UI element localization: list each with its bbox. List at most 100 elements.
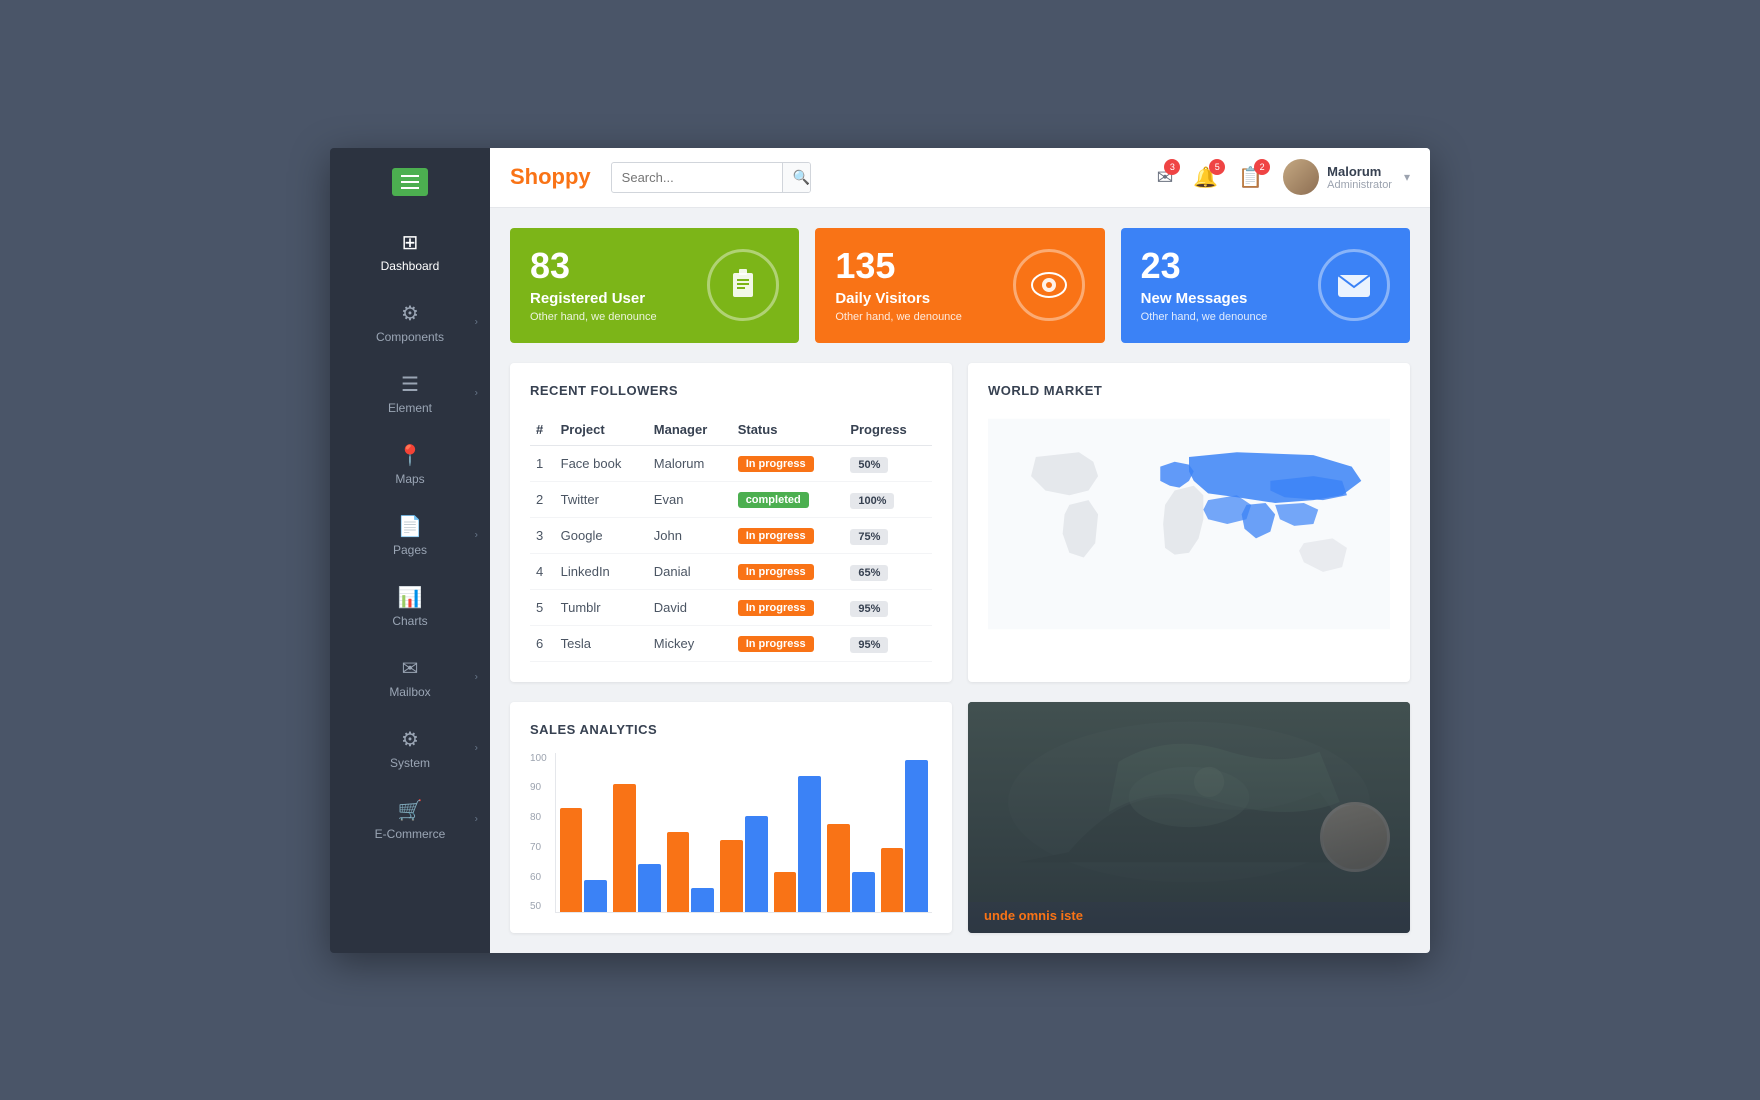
cell-manager: Mickey: [648, 625, 732, 661]
table-row: 4 LinkedIn Danial In progress 65%: [530, 553, 932, 589]
table-row: 3 Google John In progress 75%: [530, 517, 932, 553]
cell-project: LinkedIn: [555, 553, 648, 589]
bar-group: [613, 784, 660, 912]
sidebar-item-system[interactable]: ⚙ System ›: [330, 713, 490, 784]
stat-desc-users: Other hand, we denounce: [530, 311, 657, 323]
topbar-right: ✉ 3 🔔 5 📋 2 Malorum Admi: [1157, 159, 1410, 195]
cell-project: Tumblr: [555, 589, 648, 625]
bar-orange: [827, 824, 850, 912]
bar-blue: [798, 776, 821, 912]
sidebar-item-label: Dashboard: [381, 259, 440, 273]
bottom-row: RECENT FOLLOWERS # Project Manager Statu…: [510, 363, 1410, 682]
world-market-card: WORLD MARKET: [968, 363, 1410, 682]
pages-icon: 📄: [398, 514, 423, 539]
messages-icon-wrap[interactable]: ✉ 3: [1157, 165, 1174, 190]
table-row: 6 Tesla Mickey In progress 95%: [530, 625, 932, 661]
table-row: 5 Tumblr David In progress 95%: [530, 589, 932, 625]
col-num: #: [530, 414, 555, 446]
bar-group: [881, 760, 928, 912]
search-button[interactable]: 🔍: [782, 163, 811, 192]
alerts-badge: 5: [1209, 159, 1225, 175]
cell-manager: Malorum: [648, 445, 732, 481]
sidebar-item-charts[interactable]: 📊 Charts: [330, 571, 490, 642]
bar-orange: [774, 872, 797, 912]
image-link-text[interactable]: unde omnis iste: [984, 908, 1083, 923]
sidebar-item-label: E-Commerce: [375, 827, 446, 841]
sidebar-item-ecommerce[interactable]: 🛒 E-Commerce ›: [330, 784, 490, 855]
stat-left-visitors: 135 Daily Visitors Other hand, we denoun…: [835, 248, 962, 323]
cell-manager: Evan: [648, 481, 732, 517]
stat-icon-users: [707, 249, 779, 321]
sidebar-item-components[interactable]: ⚙ Components ›: [330, 287, 490, 358]
topbar: Shoppy 🔍 ✉ 3 🔔 5 📋 2: [490, 148, 1430, 208]
table-row: 2 Twitter Evan completed 100%: [530, 481, 932, 517]
chart-inner: 100 90 80 70 60 50: [530, 753, 932, 913]
col-progress: Progress: [844, 414, 932, 446]
cell-project: Face book: [555, 445, 648, 481]
search-input[interactable]: [612, 164, 782, 191]
cell-manager: David: [648, 589, 732, 625]
cell-num: 2: [530, 481, 555, 517]
cell-status: In progress: [732, 445, 845, 481]
stat-label-visitors: Daily Visitors: [835, 290, 962, 307]
user-dropdown-icon: ▾: [1404, 170, 1410, 184]
chevron-icon: ›: [475, 672, 478, 683]
cell-status: In progress: [732, 517, 845, 553]
stat-card-visitors: 135 Daily Visitors Other hand, we denoun…: [815, 228, 1104, 343]
sidebar-item-dashboard[interactable]: ⊞ Dashboard: [330, 216, 490, 287]
stat-label-messages: New Messages: [1141, 290, 1268, 307]
world-map: [988, 414, 1390, 634]
ecommerce-icon: 🛒: [398, 798, 423, 823]
sidebar-item-label: Element: [388, 401, 432, 415]
followers-card: RECENT FOLLOWERS # Project Manager Statu…: [510, 363, 952, 682]
sidebar-item-pages[interactable]: 📄 Pages ›: [330, 500, 490, 571]
bar-group: [560, 808, 607, 912]
image-card: unde omnis iste: [968, 702, 1410, 933]
world-market-title: WORLD MARKET: [988, 383, 1390, 398]
alerts-icon-wrap[interactable]: 🔔 5: [1193, 165, 1218, 190]
bar-group: [827, 824, 874, 912]
sidebar-item-label: System: [390, 756, 430, 770]
y-labels: 100 90 80 70 60 50: [530, 753, 555, 913]
sales-analytics-card: SALES ANALYTICS 100 90 80 70 60 50: [510, 702, 952, 933]
menu-toggle[interactable]: [392, 168, 428, 196]
sidebar-item-label: Pages: [393, 543, 427, 557]
user-role: Administrator: [1327, 179, 1392, 191]
bar-blue: [691, 888, 714, 912]
content: 83 Registered User Other hand, we denoun…: [490, 208, 1430, 953]
sidebar-item-label: Charts: [392, 614, 427, 628]
cell-project: Twitter: [555, 481, 648, 517]
stat-icon-messages: [1318, 249, 1390, 321]
cell-status: In progress: [732, 589, 845, 625]
sidebar-item-mailbox[interactable]: ✉ Mailbox ›: [330, 642, 490, 713]
components-icon: ⚙: [401, 301, 419, 326]
followers-title: RECENT FOLLOWERS: [530, 383, 932, 398]
col-project: Project: [555, 414, 648, 446]
chevron-icon: ›: [475, 743, 478, 754]
bar-orange: [881, 848, 904, 912]
y-label: 70: [530, 842, 547, 853]
analytics-row: SALES ANALYTICS 100 90 80 70 60 50: [510, 702, 1410, 933]
search-wrap: 🔍: [611, 162, 811, 193]
stat-desc-visitors: Other hand, we denounce: [835, 311, 962, 323]
stat-icon-visitors: [1013, 249, 1085, 321]
bar-orange: [720, 840, 743, 912]
sidebar-item-maps[interactable]: 📍 Maps: [330, 429, 490, 500]
cell-project: Google: [555, 517, 648, 553]
chevron-icon: ›: [475, 317, 478, 328]
cell-num: 1: [530, 445, 555, 481]
user-name: Malorum: [1327, 164, 1392, 179]
y-label: 60: [530, 872, 547, 883]
y-label: 100: [530, 753, 547, 764]
bar-blue: [905, 760, 928, 912]
sidebar-item-element[interactable]: ☰ Element ›: [330, 358, 490, 429]
cell-num: 4: [530, 553, 555, 589]
cell-manager: Danial: [648, 553, 732, 589]
cell-num: 3: [530, 517, 555, 553]
user-info[interactable]: Malorum Administrator ▾: [1283, 159, 1410, 195]
maps-icon: 📍: [398, 443, 423, 468]
bar-orange: [560, 808, 583, 912]
app-logo: Shoppy: [510, 164, 591, 190]
cell-progress: 65%: [844, 553, 932, 589]
tasks-icon-wrap[interactable]: 📋 2: [1238, 165, 1263, 190]
